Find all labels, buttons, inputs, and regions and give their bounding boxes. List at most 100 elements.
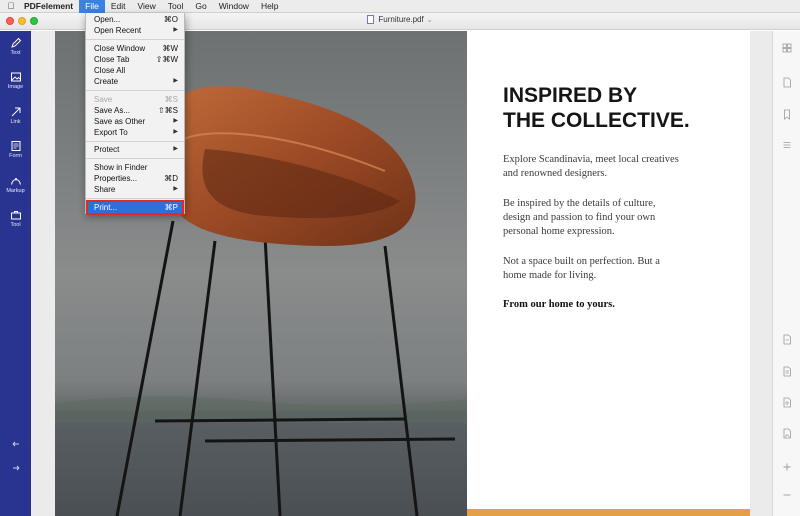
sidebar-tool-markup[interactable]: Markup xyxy=(0,175,31,194)
sidebar-tool-link[interactable]: Link xyxy=(0,106,31,125)
sidebar-tool-label: Text xyxy=(10,50,21,56)
file-convert-icon xyxy=(783,334,791,345)
menu-item-close-window[interactable]: Close Window ⌘W xyxy=(86,43,184,54)
page-panel-button[interactable] xyxy=(773,77,800,88)
paragraph-line: Not a space built on perfection. But a xyxy=(503,256,660,267)
pdf-convert-button[interactable] xyxy=(773,334,800,345)
document-title-text: Furniture.pdf xyxy=(378,15,424,24)
zoom-in-button[interactable] xyxy=(773,462,800,472)
body-paragraph: Not a space built on perfection. But a h… xyxy=(503,255,733,283)
menu-window[interactable]: Window xyxy=(213,0,255,13)
thumbnails-button[interactable] xyxy=(773,43,800,53)
menu-help[interactable]: Help xyxy=(255,0,284,13)
apple-logo-icon[interactable]:  xyxy=(0,1,22,11)
menu-item-export-to[interactable]: Export To ▶ xyxy=(86,127,184,138)
menu-shortcut: ⌘O xyxy=(163,15,178,24)
image-panel-button[interactable] xyxy=(773,428,800,439)
submenu-arrow-icon: ▶ xyxy=(173,129,178,135)
minus-icon xyxy=(783,494,791,496)
bookmark-button[interactable] xyxy=(773,109,800,120)
grid-icon xyxy=(782,43,792,53)
menu-item-save: Save ⌘S xyxy=(86,94,184,105)
pdf-file-icon xyxy=(367,15,375,24)
menu-separator xyxy=(86,198,184,199)
paragraph-line: design and passion to find your own xyxy=(503,212,656,223)
menu-view[interactable]: View xyxy=(131,0,161,13)
menu-shortcut: ⌘D xyxy=(164,174,178,183)
menu-item-label: Save as Other xyxy=(94,117,146,126)
sidebar-tool-label: Tool xyxy=(10,222,21,228)
menu-separator xyxy=(86,141,184,142)
menu-item-label: Show in Finder xyxy=(94,163,148,172)
ocr-button[interactable] xyxy=(773,397,800,408)
submenu-arrow-icon: ▶ xyxy=(173,146,178,152)
attachment-button[interactable] xyxy=(773,366,800,377)
menu-tool[interactable]: Tool xyxy=(162,0,190,13)
link-icon xyxy=(11,107,20,117)
page-headline: INSPIRED BY THE COLLECTIVE. xyxy=(503,83,733,133)
list-icon xyxy=(783,142,791,148)
right-panel xyxy=(772,31,800,516)
image-icon xyxy=(10,72,21,82)
menu-shortcut: ⇧⌘W xyxy=(155,55,178,64)
menu-shortcut: ⌘P xyxy=(164,203,178,212)
redo-button[interactable] xyxy=(0,463,31,473)
menu-file[interactable]: File xyxy=(79,0,105,13)
menu-pdfelement[interactable]: PDFelement xyxy=(22,0,79,13)
bookmark-icon xyxy=(784,109,790,120)
menu-edit[interactable]: Edit xyxy=(105,0,132,13)
closing-line: From our home to yours. xyxy=(503,299,615,310)
sidebar-tool-image[interactable]: Image xyxy=(0,71,31,90)
paragraph-line: home made for living. xyxy=(503,270,597,281)
menu-item-open[interactable]: Open... ⌘O xyxy=(86,14,184,25)
menu-shortcut: ⇧⌘S xyxy=(157,106,178,115)
menu-shortcut: ⌘S xyxy=(164,95,178,104)
menu-item-share[interactable]: Share ▶ xyxy=(86,184,184,195)
body-paragraph: Be inspired by the details of culture, d… xyxy=(503,197,733,239)
menu-separator xyxy=(86,90,184,91)
menu-item-label: Open Recent xyxy=(94,26,142,35)
menu-separator xyxy=(86,158,184,159)
menu-go[interactable]: Go xyxy=(189,0,212,13)
zoom-out-button[interactable] xyxy=(773,490,800,500)
menu-item-open-recent[interactable]: Open Recent ▶ xyxy=(86,25,184,36)
menu-item-close-all[interactable]: Close All xyxy=(86,65,184,76)
sidebar-tool-label: Form xyxy=(9,153,22,159)
menu-item-label: Close Window xyxy=(94,44,146,53)
menu-item-properties[interactable]: Properties... ⌘D xyxy=(86,173,184,184)
submenu-arrow-icon: ▶ xyxy=(173,186,178,192)
menu-bar:  PDFelement File Edit View Tool Go Wind… xyxy=(0,0,800,13)
menu-item-print[interactable]: Print... ⌘P xyxy=(86,200,184,215)
menu-item-show-in-finder[interactable]: Show in Finder xyxy=(86,162,184,173)
menu-item-label: Print... xyxy=(94,203,118,212)
form-icon xyxy=(11,141,20,151)
menu-item-label: Export To xyxy=(94,128,128,137)
paragraph-line: and renowned designers. xyxy=(503,168,608,179)
tool-sidebar: Text Image Link Form Markup Tool xyxy=(0,31,31,516)
menu-item-label: Create xyxy=(94,77,119,86)
toolbox-icon xyxy=(10,211,21,220)
headline-line: INSPIRED BY xyxy=(503,84,638,107)
menu-item-protect[interactable]: Protect ▶ xyxy=(86,144,184,155)
undo-button[interactable] xyxy=(0,439,31,449)
pen-icon xyxy=(10,37,21,48)
menu-item-create[interactable]: Create ▶ xyxy=(86,76,184,87)
plus-icon xyxy=(783,463,791,471)
sidebar-tool-text[interactable]: Text xyxy=(0,37,31,56)
page-icon xyxy=(783,77,791,88)
menu-item-close-tab[interactable]: Close Tab ⇧⌘W xyxy=(86,54,184,65)
sidebar-tool-label: Link xyxy=(10,119,21,125)
sidebar-tool-tool[interactable]: Tool xyxy=(0,209,31,228)
accent-bar xyxy=(467,509,750,516)
menu-item-save-as[interactable]: Save As... ⇧⌘S xyxy=(86,105,184,116)
sidebar-tool-form[interactable]: Form xyxy=(0,140,31,159)
menu-item-label: Close Tab xyxy=(94,55,130,64)
markup-icon xyxy=(10,178,21,185)
file-menu-dropdown: Open... ⌘O Open Recent ▶ Close Window ⌘W Cl… xyxy=(85,13,185,215)
outline-button[interactable] xyxy=(773,140,800,150)
file-icon xyxy=(783,366,791,377)
submenu-arrow-icon: ▶ xyxy=(173,27,178,33)
menu-item-save-as-other[interactable]: Save as Other ▶ xyxy=(86,116,184,127)
redo-icon xyxy=(12,465,19,471)
paragraph-line: Be inspired by the details of culture, xyxy=(503,198,656,209)
